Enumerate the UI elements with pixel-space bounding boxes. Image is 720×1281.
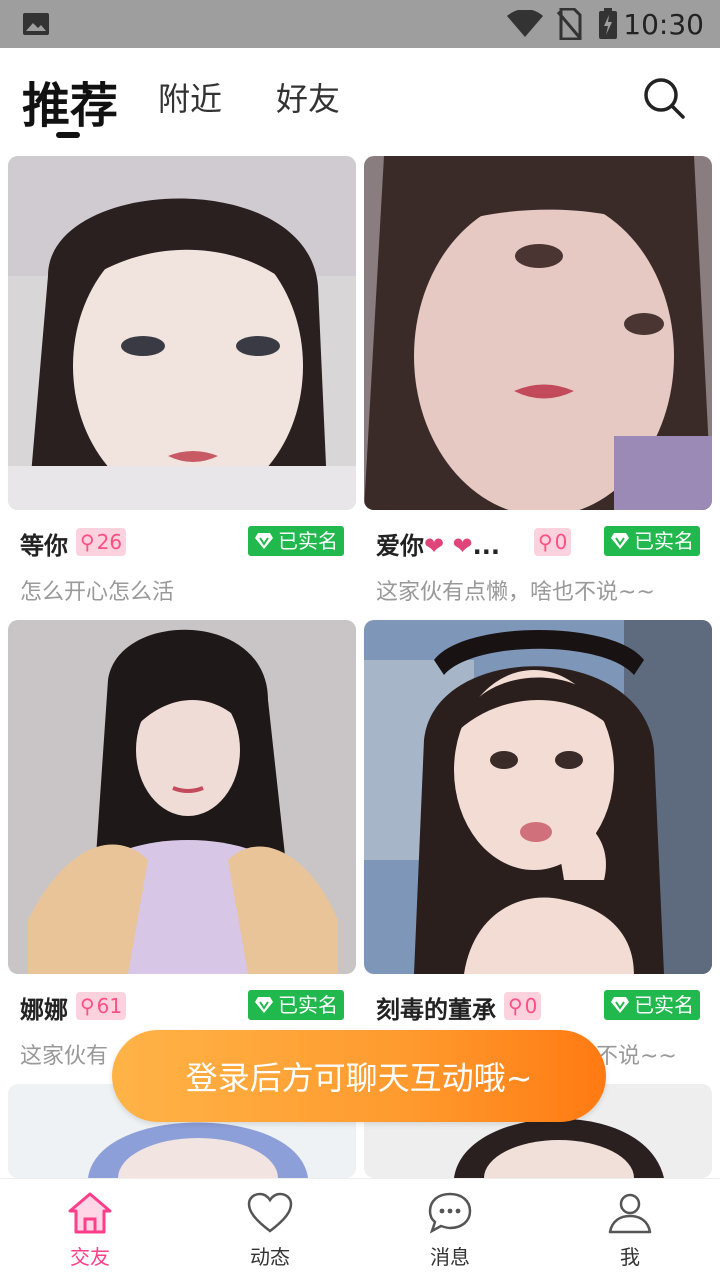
tab-friends[interactable]: 好友 bbox=[276, 74, 340, 120]
top-tab-bar: 推荐 附近 好友 bbox=[0, 48, 720, 148]
profile-name: 娜娜 bbox=[20, 996, 68, 1024]
like-count-badge: ⚲ 0 bbox=[534, 528, 572, 556]
nav-label: 交友 bbox=[70, 1245, 110, 1269]
nav-item-moments[interactable]: 动态 bbox=[180, 1179, 360, 1281]
heart-emoji-icon: ❤ bbox=[424, 532, 445, 560]
verified-badge: 已实名 bbox=[248, 990, 344, 1020]
tab-recommend[interactable]: 推荐 bbox=[22, 66, 118, 136]
no-sim-icon bbox=[556, 8, 582, 40]
wifi-icon bbox=[507, 10, 543, 37]
profile-name: 等你 bbox=[20, 532, 68, 560]
like-count-badge: ⚲ 26 bbox=[76, 528, 127, 556]
verified-badge: 已实名 bbox=[604, 990, 700, 1020]
nav-item-me[interactable]: 我 bbox=[540, 1179, 720, 1281]
status-time: 10:30 bbox=[623, 8, 704, 41]
diamond-icon bbox=[255, 533, 273, 549]
active-tab-indicator bbox=[56, 132, 80, 138]
bottom-nav-bar: 交友 动态 消息 我 bbox=[0, 1178, 720, 1281]
tab-nearby[interactable]: 附近 bbox=[158, 74, 222, 120]
diamond-icon bbox=[611, 533, 629, 549]
like-count-badge: ⚲ 0 bbox=[504, 992, 542, 1020]
key-icon: ⚲ bbox=[80, 994, 95, 1018]
profile-card[interactable]: 爱你❤ ❤... ⚲ 0 已实名 这家伙有点懒，啥也不说~~ bbox=[364, 156, 712, 606]
key-icon: ⚲ bbox=[538, 530, 553, 554]
profile-card[interactable]: 刻毒的董承 ⚲ 0 已实名 不说~~ bbox=[364, 620, 712, 1070]
nav-item-make-friends[interactable]: 交友 bbox=[0, 1179, 180, 1281]
diamond-icon bbox=[255, 997, 273, 1013]
person-icon bbox=[608, 1193, 652, 1234]
home-icon bbox=[68, 1192, 112, 1234]
profile-name: 刻毒的董承 bbox=[376, 996, 496, 1024]
profile-photo[interactable] bbox=[364, 156, 712, 510]
diamond-icon bbox=[611, 997, 629, 1013]
profile-bio: 这家伙有 bbox=[20, 1044, 109, 1069]
search-icon[interactable] bbox=[642, 76, 686, 120]
profile-bio: 这家伙有点懒，啥也不说~~ bbox=[376, 580, 655, 605]
status-bar: 10:30 bbox=[0, 0, 720, 48]
profile-card[interactable]: 等你 ⚲ 26 已实名 怎么开心怎么活 bbox=[8, 156, 356, 606]
nav-label: 动态 bbox=[250, 1245, 290, 1269]
profile-photo[interactable] bbox=[364, 620, 712, 974]
profile-name: 爱你❤ ❤... bbox=[376, 532, 500, 560]
nav-label: 我 bbox=[620, 1245, 640, 1269]
chat-bubble-icon bbox=[428, 1192, 472, 1234]
battery-charging-icon bbox=[599, 8, 617, 39]
profile-photo[interactable] bbox=[8, 620, 356, 974]
profile-card[interactable]: 娜娜 ⚲ 61 已实名 这家伙有 bbox=[8, 620, 356, 1070]
login-prompt-toast[interactable]: 登录后方可聊天互动哦~ bbox=[112, 1030, 606, 1122]
key-icon: ⚲ bbox=[80, 530, 95, 554]
nav-item-messages[interactable]: 消息 bbox=[360, 1179, 540, 1281]
key-icon: ⚲ bbox=[508, 994, 523, 1018]
image-icon bbox=[23, 13, 49, 35]
verified-badge: 已实名 bbox=[604, 526, 700, 556]
like-count-badge: ⚲ 61 bbox=[76, 992, 127, 1020]
heart-icon bbox=[247, 1192, 293, 1233]
profile-photo[interactable] bbox=[8, 156, 356, 510]
verified-badge: 已实名 bbox=[248, 526, 344, 556]
profile-bio: 怎么开心怎么活 bbox=[20, 580, 175, 605]
profile-bio: 不说~~ bbox=[596, 1044, 677, 1069]
nav-label: 消息 bbox=[430, 1245, 470, 1269]
heart-emoji-icon: ❤ bbox=[452, 532, 473, 560]
